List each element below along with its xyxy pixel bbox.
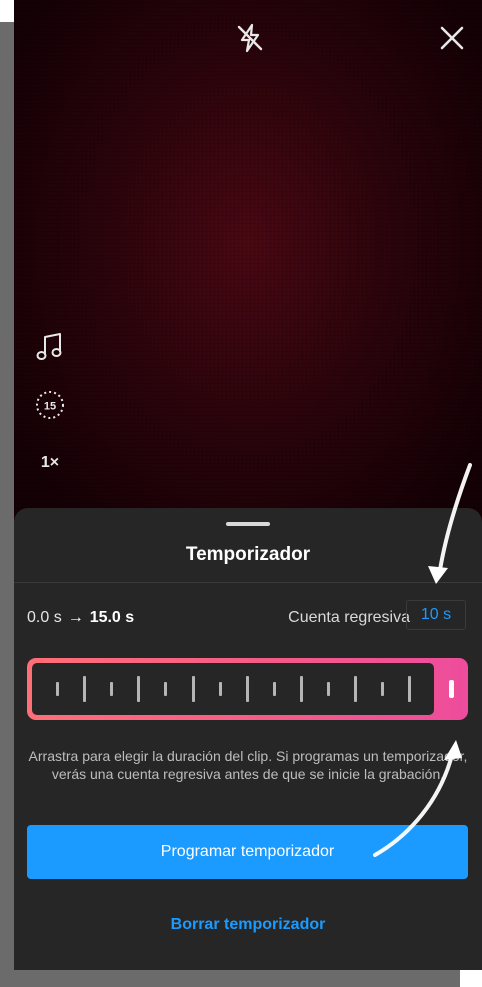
timeline-tick — [56, 682, 59, 696]
helper-text: Arrastra para elegir la duración del cli… — [28, 748, 468, 782]
arrow-right-icon: → — [67, 609, 84, 626]
music-icon[interactable] — [28, 325, 72, 369]
timer-label: 15 — [44, 401, 56, 413]
camera-tools: 15 1× — [28, 325, 78, 499]
timer-sheet: Temporizador 0.0 s → 15.0 s Cuenta regre… — [14, 508, 482, 970]
timeline-tick — [137, 676, 141, 702]
divider — [14, 582, 482, 583]
timeline-tick — [218, 682, 222, 696]
timeline-tick — [354, 676, 358, 702]
timeline-tick — [245, 676, 249, 702]
timeline-tick — [381, 682, 385, 696]
countdown-value-button[interactable]: 10 s — [406, 600, 466, 630]
clip-trimmer[interactable] — [27, 658, 468, 720]
trim-handle[interactable] — [449, 680, 454, 698]
sheet-title: Temporizador — [185, 544, 311, 565]
phone-screen: 15 1× Temporizador 0.0 s → 15.0 s Cuenta… — [14, 0, 482, 970]
timeline-tick — [408, 676, 412, 702]
clip-range: 0.0 s → 15.0 s — [27, 609, 134, 627]
set-timer-button[interactable]: Programar temporizador — [27, 825, 468, 879]
timeline-tick — [164, 682, 168, 696]
countdown-label: Cuenta regresiva — [288, 609, 410, 626]
close-icon[interactable] — [432, 18, 472, 58]
timeline-tick — [191, 676, 195, 702]
clear-timer-button[interactable]: Borrar temporizador — [14, 916, 482, 934]
drag-handle[interactable] — [226, 522, 270, 526]
timeline-tick — [272, 682, 276, 696]
range-start: 0.0 s — [27, 609, 62, 626]
flash-off-icon[interactable] — [230, 18, 270, 58]
camera-preview — [14, 0, 482, 540]
timer-15-icon[interactable]: 15 — [28, 383, 72, 427]
timeline-tick — [299, 676, 303, 702]
range-end: 15.0 s — [89, 609, 135, 626]
trim-track — [32, 663, 434, 715]
timeline-tick — [110, 682, 114, 696]
speed-control[interactable]: 1× — [28, 441, 72, 485]
timeline-tick — [83, 676, 87, 702]
timeline-tick — [327, 682, 330, 696]
